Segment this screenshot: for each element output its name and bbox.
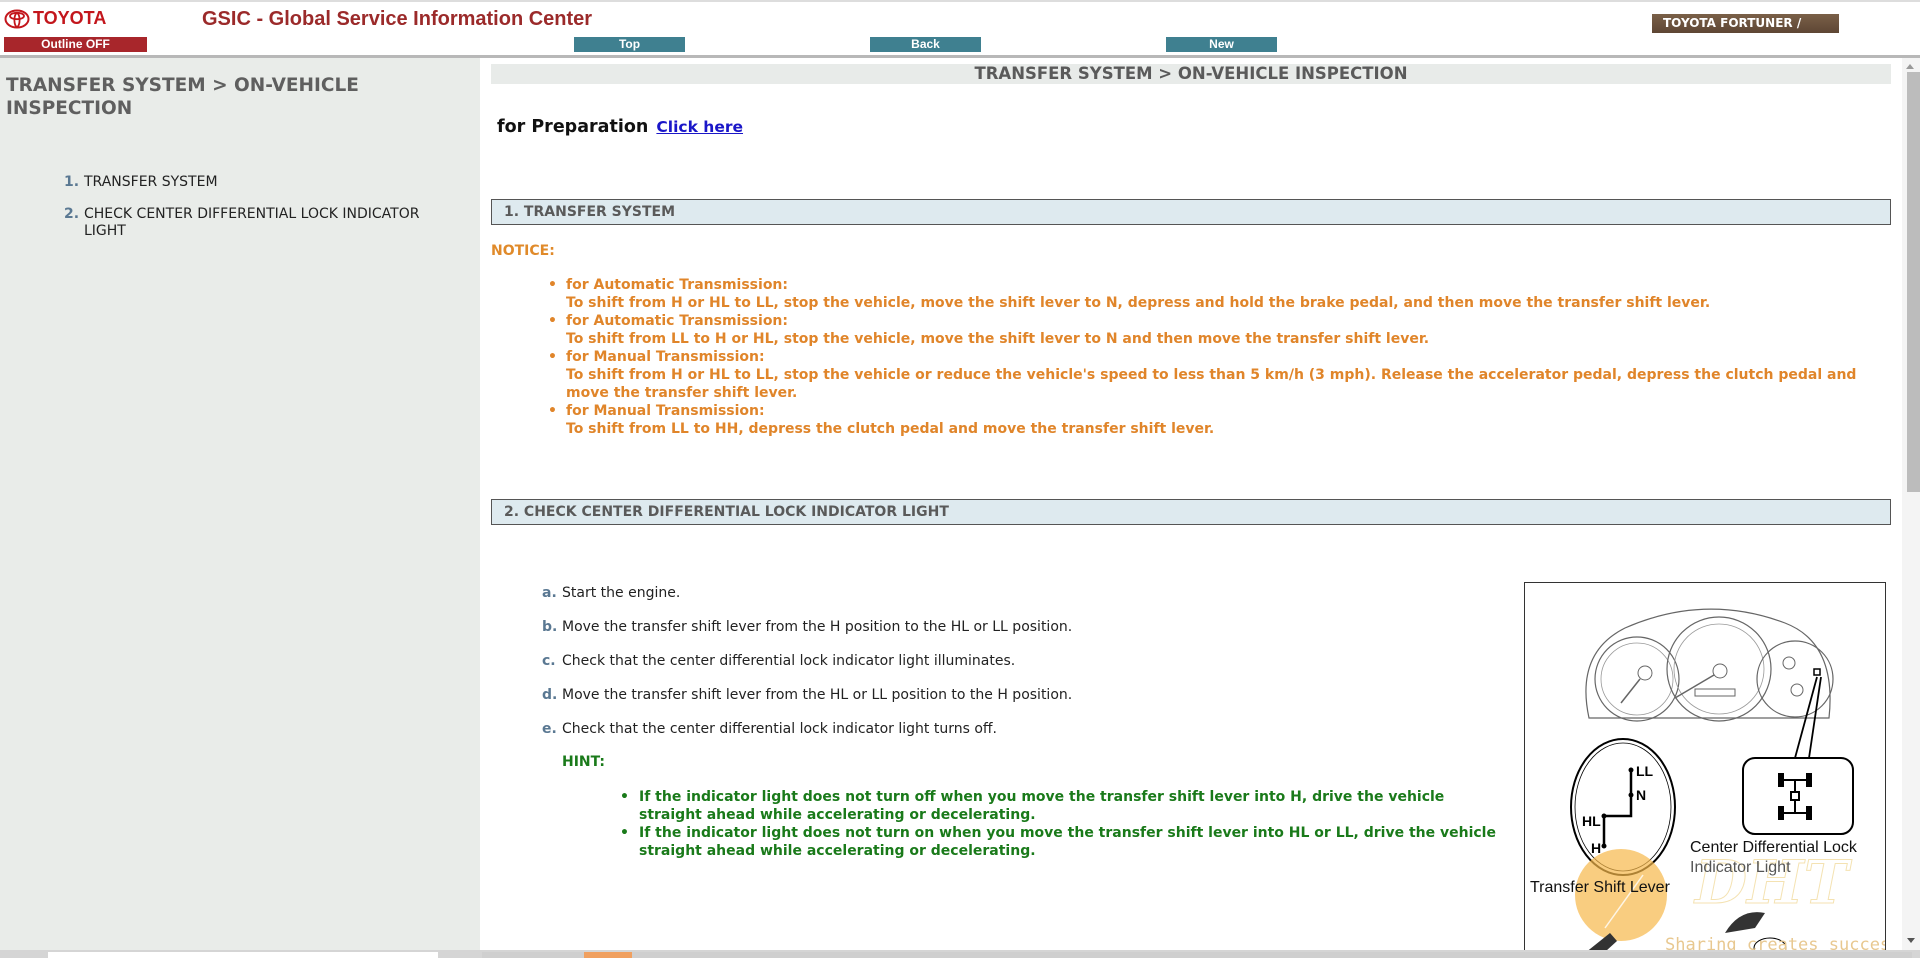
outline-toggle-button[interactable]: Outline OFF [4,37,147,52]
shift-position-n: N [1636,787,1646,803]
notice-item: for Automatic Transmission: To shift from… [548,312,1888,348]
tachometer-gauge [1594,636,1680,722]
illustration-figure: LL N HL H DHT Center Differential Lock I… [1524,582,1886,950]
main-content: TRANSFER SYSTEM > ON-VEHICLE INSPECTION … [480,58,1902,950]
scrollbar-thumb[interactable] [1907,72,1920,492]
step-letter: a. [542,585,557,601]
content-hscroll-track[interactable] [482,952,1912,958]
hint-item: If the indicator light does not turn on … [620,824,1500,860]
step-text: Check that the center differential lock … [562,721,997,737]
outline-list: 1. TRANSFER SYSTEM 2. CHECK CENTER DIFFE… [64,174,464,255]
back-button[interactable]: Back [870,37,981,52]
notice-heading: for Automatic Transmission: [566,313,788,329]
new-button[interactable]: New [1166,37,1277,52]
vehicle-badge: TOYOTA FORTUNER / [1652,14,1839,33]
top-button[interactable]: Top [574,37,685,52]
outline-item-number: 2. [64,206,80,222]
step-item: e. Check that the center differential loc… [542,721,1072,738]
brand-name: TOYOTA [33,8,107,28]
step-text: Move the transfer shift lever from the H… [562,687,1073,703]
notice-item: for Automatic Transmission: To shift from… [548,276,1888,312]
notice-text: To shift from LL to HH, depress the clut… [566,421,1215,437]
hint-label: HINT: [562,754,606,770]
preparation-line: for Preparation Click here [497,117,743,137]
outline-item-check-indicator[interactable]: 2. CHECK CENTER DIFFERENTIAL LOCK INDICA… [64,206,464,240]
toyota-logo: TOYOTA [4,8,106,29]
toyota-emblem-icon [4,9,30,28]
step-letter: c. [542,653,556,669]
section-header-check-indicator: 2. CHECK CENTER DIFFERENTIAL LOCK INDICA… [491,499,1891,525]
procedure-steps: a. Start the engine. b. Move the transfer … [542,585,1072,755]
notice-item: for Manual Transmission: To shift from LL… [548,402,1888,438]
notice-list: for Automatic Transmission: To shift from… [548,276,1888,438]
outline-item-number: 1. [64,174,80,190]
label-indicator-light-2: Indicator Light [1690,859,1791,876]
sidebar-hscroll-thumb[interactable] [48,952,438,958]
sidebar-title: TRANSFER SYSTEM > ON-VEHICLE INSPECTION [6,75,359,119]
step-item: d. Move the transfer shift lever from the… [542,687,1072,704]
step-letter: e. [542,721,557,737]
hint-item: If the indicator light does not turn off… [620,788,1500,824]
notice-label: NOTICE: [491,243,555,259]
outline-item-transfer-system[interactable]: 1. TRANSFER SYSTEM [64,174,464,191]
top-bar: TOYOTA GSIC - Global Service Information… [0,0,1920,60]
notice-heading: for Manual Transmission: [566,403,765,419]
indicator-light-location [1813,668,1821,676]
notice-text: To shift from LL to H or HL, stop the ve… [566,331,1430,347]
vertical-scrollbar[interactable] [1902,58,1920,950]
notice-heading: for Manual Transmission: [566,349,765,365]
speedometer-gauge [1666,616,1772,722]
shift-position-hl: HL [1582,813,1601,829]
watermark-text: Sharing creates success [1665,935,1886,950]
label-transfer-shift-lever: Transfer Shift Lever [1530,879,1670,896]
step-text: Move the transfer shift lever from the H… [562,619,1073,635]
section-header-transfer-system: 1. TRANSFER SYSTEM [491,199,1891,225]
notice-item: for Manual Transmission: To shift from H … [548,348,1888,402]
scroll-down-arrow-icon[interactable] [1907,938,1915,943]
outline-item-label: TRANSFER SYSTEM [84,174,218,190]
hint-list: If the indicator light does not turn off… [620,788,1500,860]
app-title: GSIC - Global Service Information Center [202,8,593,30]
step-item: c. Check that the center differential loc… [542,653,1072,670]
preparation-label: for Preparation [497,117,649,137]
outline-sidebar: TRANSFER SYSTEM > ON-VEHICLE INSPECTION … [0,58,480,950]
shift-position-ll: LL [1636,763,1654,779]
step-item: a. Start the engine. [542,585,1072,602]
shift-position-h: H [1591,840,1601,856]
preparation-link[interactable]: Click here [656,118,743,136]
horizontal-scrollbar[interactable] [0,950,1920,958]
notice-text: To shift from H or HL to LL, stop the ve… [566,295,1711,311]
scroll-up-arrow-icon[interactable] [1906,64,1914,69]
step-letter: b. [542,619,558,635]
step-letter: d. [542,687,558,703]
step-text: Start the engine. [562,585,681,601]
page-title: TRANSFER SYSTEM > ON-VEHICLE INSPECTION [491,64,1891,84]
label-indicator-light: Center Differential Lock [1690,839,1857,856]
step-item: b. Move the transfer shift lever from the… [542,619,1072,636]
notice-heading: for Automatic Transmission: [566,277,788,293]
content-hscroll-marker [584,952,632,958]
notice-text: To shift from H or HL to LL, stop the ve… [566,367,1857,401]
step-text: Check that the center differential lock … [562,653,1016,669]
shift-pattern [1602,770,1633,846]
outline-item-label: CHECK CENTER DIFFERENTIAL LOCK INDICATOR… [84,206,420,239]
